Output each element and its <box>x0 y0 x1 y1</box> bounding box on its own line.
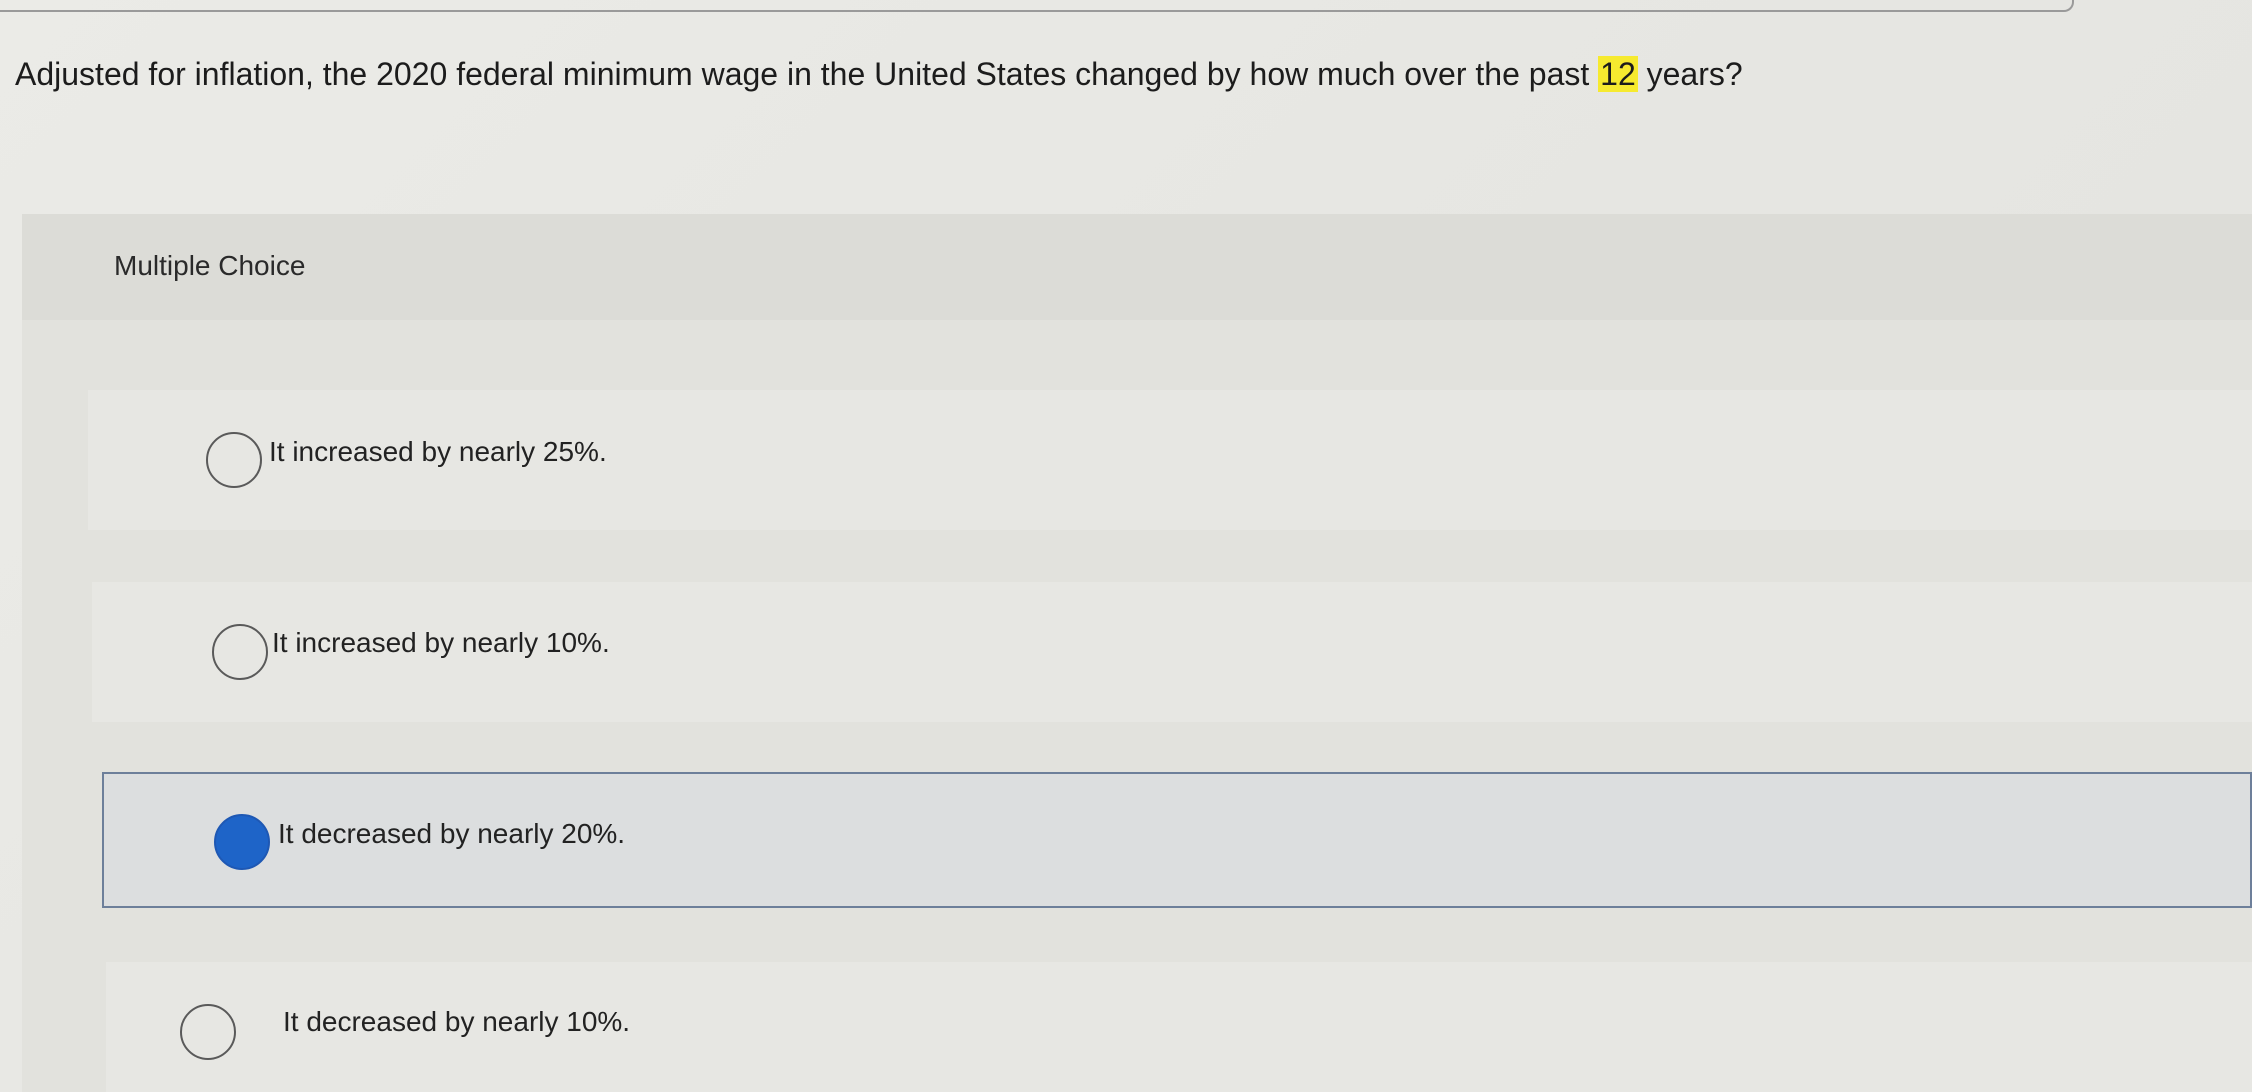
answer-option-3-label: It decreased by nearly 20%. <box>278 818 626 849</box>
answer-option-4-label: It decreased by nearly 10%. <box>283 1006 631 1037</box>
answer-option-4[interactable]: It decreased by nearly 10%. <box>106 962 2252 1092</box>
multiple-choice-section: Multiple Choice It increased by nearly 2… <box>22 214 2252 1092</box>
question-text-end: years? <box>1637 56 1743 92</box>
radio-button-option-1[interactable] <box>206 432 262 488</box>
multiple-choice-label: Multiple Choice <box>114 250 306 281</box>
quiz-page: Adjusted for inflation, the 2020 federal… <box>0 0 2252 1092</box>
question-text: Adjusted for inflation, the 2020 federal… <box>15 54 1743 94</box>
multiple-choice-header: Multiple Choice <box>22 214 2252 320</box>
top-divider <box>0 0 2074 12</box>
radio-button-option-3-selected[interactable] <box>214 814 270 870</box>
answer-option-1[interactable]: It increased by nearly 25%. <box>88 390 2252 530</box>
radio-button-option-2[interactable] <box>212 624 268 680</box>
question-text-start: Adjusted for inflation, the 2020 federal… <box>15 56 1599 92</box>
answer-option-3[interactable]: It decreased by nearly 20%. <box>102 772 2252 908</box>
answer-option-1-label: It increased by nearly 25%. <box>269 436 607 467</box>
answer-option-2[interactable]: It increased by nearly 10%. <box>92 582 2252 722</box>
radio-button-option-4[interactable] <box>180 1004 236 1060</box>
highlighted-number: 12 <box>1598 56 1638 92</box>
answer-option-2-label: It increased by nearly 10%. <box>272 627 610 658</box>
